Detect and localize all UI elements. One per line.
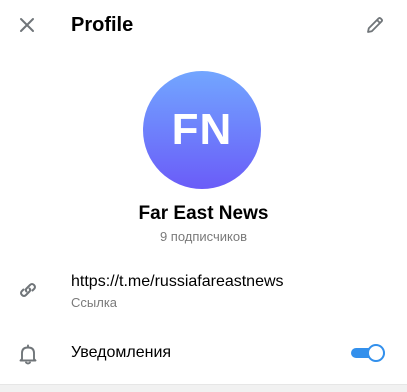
- avatar[interactable]: FN: [143, 71, 261, 189]
- profile-header: Profile: [0, 0, 407, 52]
- subscriber-count: 9 подписчиков: [159, 229, 248, 244]
- close-icon: [20, 18, 34, 32]
- link-icon: [14, 276, 42, 304]
- section-divider: [0, 384, 407, 392]
- toggle-knob: [367, 344, 385, 362]
- avatar-initials: FN: [171, 105, 233, 154]
- pencil-icon: [367, 17, 383, 33]
- channel-link[interactable]: https://t.me/russiafareastnews: [71, 272, 284, 292]
- close-button[interactable]: [13, 11, 41, 39]
- page-title: Profile: [71, 14, 134, 36]
- channel-link-row[interactable]: https://t.me/russiafareastnews Ссылка: [0, 262, 407, 320]
- notifications-toggle[interactable]: [351, 343, 385, 363]
- notifications-row[interactable]: Уведомления: [0, 330, 407, 376]
- channel-name: Far East News: [138, 203, 269, 224]
- notifications-label: Уведомления: [71, 344, 172, 361]
- bell-icon: [14, 340, 42, 368]
- edit-button[interactable]: [361, 11, 389, 39]
- profile-panel: Profile FN Far East News 9 подписчиков h…: [0, 0, 407, 392]
- link-caption: Ссылка: [71, 295, 118, 310]
